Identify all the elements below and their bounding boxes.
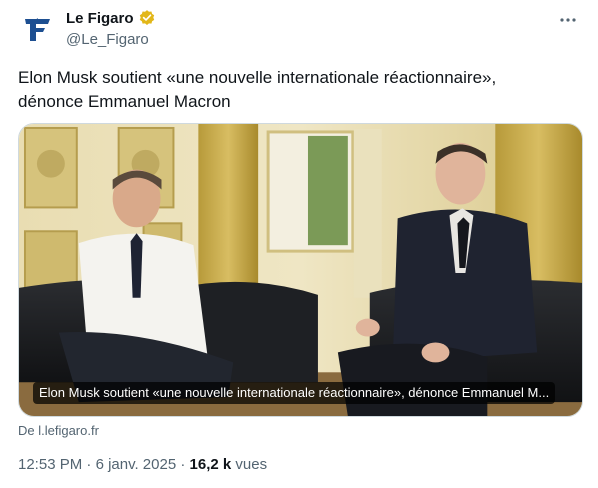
more-options-button[interactable]	[556, 8, 580, 32]
meta-separator: ·	[86, 456, 92, 473]
meta-separator: ·	[180, 456, 186, 473]
tweet-text-line-2: dénonce Emmanuel Macron	[18, 92, 231, 111]
views-count: 16,2 k	[189, 456, 232, 473]
article-photo	[19, 124, 582, 416]
card-caption: Elon Musk soutient «une nouvelle interna…	[33, 382, 556, 404]
tweet-time[interactable]: 12:53 PM	[18, 456, 82, 473]
tweet-text: Elon Musk soutient «une nouvelle interna…	[18, 66, 578, 114]
account-handle[interactable]: @Le_Figaro	[66, 31, 149, 48]
views-label: vues	[235, 456, 268, 473]
tweet-text-line-1: Elon Musk soutient «une nouvelle interna…	[18, 68, 497, 87]
tweet-meta: 12:53 PM · 6 janv. 2025 · 16,2 k vues	[18, 456, 267, 473]
link-card[interactable]: Elon Musk soutient «une nouvelle interna…	[18, 123, 583, 417]
verified-badge-icon	[139, 10, 154, 25]
more-options-icon	[560, 18, 576, 22]
account-name-row: Le Figaro	[66, 9, 156, 27]
tweet-date[interactable]: 6 janv. 2025	[96, 456, 177, 473]
card-source-link[interactable]: De l.lefigaro.fr	[18, 423, 99, 438]
account-name[interactable]: Le Figaro	[66, 10, 134, 27]
le-figaro-logo-icon	[25, 18, 50, 41]
avatar[interactable]	[18, 10, 58, 50]
